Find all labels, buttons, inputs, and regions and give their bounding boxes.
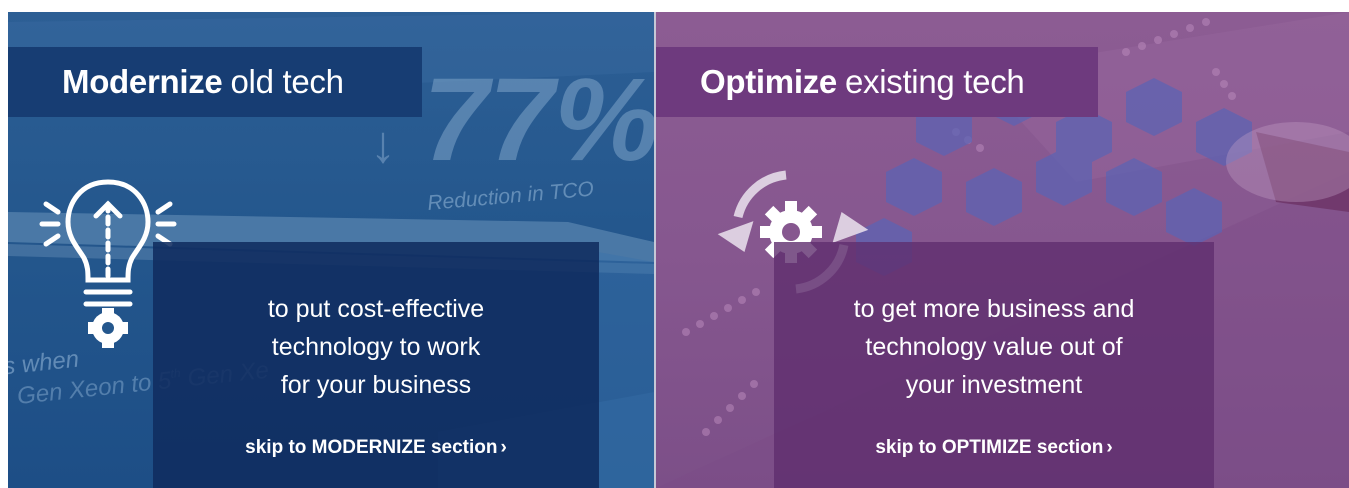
skip-to-optimize-label: skip to OPTIMIZE section bbox=[875, 437, 1104, 458]
skip-to-modernize-label: skip to MODERNIZE section bbox=[245, 437, 498, 458]
modernize-title-bold: Modernize bbox=[62, 63, 223, 100]
down-arrow-icon: ↓ bbox=[370, 116, 396, 174]
optimize-title-bold: Optimize bbox=[700, 63, 837, 100]
modernize-title-rest: old tech bbox=[230, 63, 344, 100]
chevron-right-icon: › bbox=[500, 437, 507, 458]
skip-to-optimize-link[interactable]: skip to OPTIMIZE section › bbox=[774, 437, 1214, 459]
skip-to-modernize-link[interactable]: skip to MODERNIZE section › bbox=[153, 437, 599, 459]
modernize-title: Modernize old tech bbox=[8, 47, 422, 117]
background-stat: 77% bbox=[423, 54, 654, 186]
modernize-description: to put cost-effective technology to work… bbox=[267, 295, 485, 399]
modernize-panel: ↓ 77% Reduction in TCO s when Gen Xeon t… bbox=[8, 12, 654, 488]
optimize-title-rest: existing tech bbox=[844, 63, 1025, 100]
optimize-description: to get more business and technology valu… bbox=[853, 295, 1135, 399]
optimize-title: Optimize existing tech bbox=[656, 47, 1098, 117]
chevron-right-icon: › bbox=[1106, 437, 1113, 458]
modernize-card: to put cost-effective technology to work… bbox=[153, 242, 599, 488]
optimize-card: to get more business and technology valu… bbox=[774, 242, 1214, 488]
optimize-panel: Optimize existing tech to get more busin… bbox=[656, 12, 1349, 488]
